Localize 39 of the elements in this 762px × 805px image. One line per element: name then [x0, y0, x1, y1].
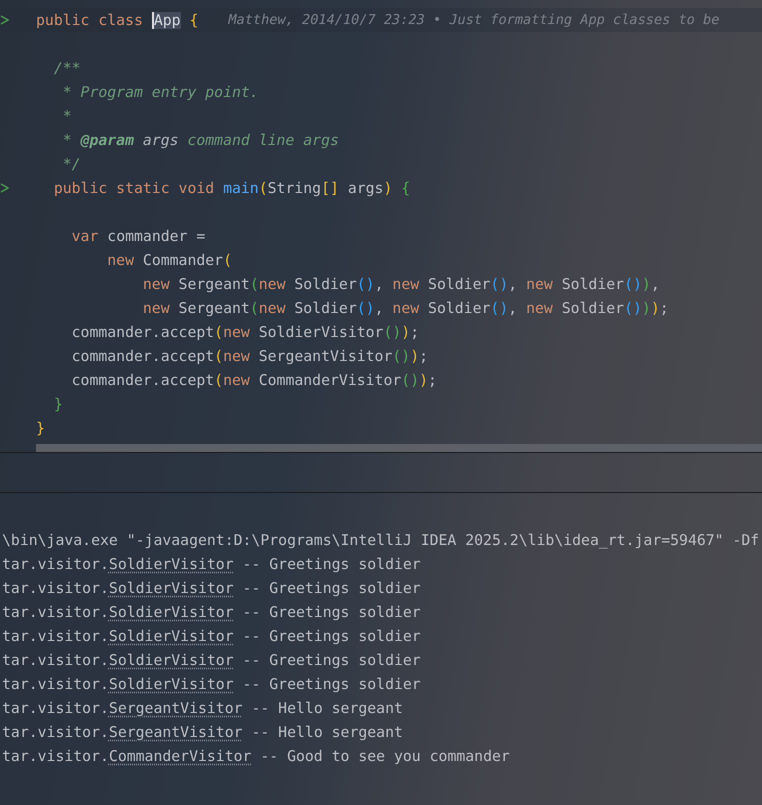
console-output-line: tar.visitor.SergeantVisitor -- Hello sergeant — [1, 723, 404, 743]
console-command-line: \bin\java.exe "-javaagent:D:\Programs\IntelliJ IDEA 2025.2\lib\idea_rt.jar=59467" -Df — [1, 531, 760, 551]
code-line: new Commander( — [106, 252, 232, 268]
code-line: new Sergeant(new Soldier(), new Soldier(), new Soldier()), — [142, 276, 660, 292]
class-link[interactable]: CommanderVisitor — [108, 748, 252, 765]
class-link[interactable]: SoldierVisitor — [108, 628, 234, 645]
code-line: public class App { — [36, 12, 198, 28]
class-link[interactable]: SoldierVisitor — [108, 652, 234, 669]
console-output-line: tar.visitor.SoldierVisitor -- Greetings soldier — [1, 603, 422, 623]
code-line: var commander = — [70, 228, 206, 244]
run-icon[interactable] — [0, 15, 9, 25]
code-line: public static void main(String[] args) { — [52, 180, 410, 196]
class-link[interactable]: SoldierVisitor — [108, 604, 234, 621]
console-output-line: tar.visitor.SoldierVisitor -- Greetings soldier — [1, 579, 422, 599]
console-output-line: tar.visitor.SoldierVisitor -- Greetings soldier — [1, 651, 422, 671]
class-link[interactable]: SoldierVisitor — [108, 556, 234, 573]
run-icon[interactable] — [0, 183, 9, 193]
class-link[interactable]: SergeantVisitor — [108, 724, 243, 741]
code-line: * @param args command line args — [62, 132, 339, 148]
horizontal-scrollbar[interactable] — [36, 444, 762, 452]
code-line: commander.accept(new SergeantVisitor()); — [70, 348, 428, 364]
code-line: commander.accept(new SoldierVisitor()); — [70, 324, 420, 340]
code-line: } — [36, 420, 45, 436]
code-line: */ — [62, 156, 81, 172]
inline-blame-hint: Matthew, 2014/10/7 23:23 • Just formatting App classes to be — [228, 12, 720, 28]
code-line: new Sergeant(new Soldier(), new Soldier(), new Soldier())); — [142, 300, 669, 316]
code-line: * Program entry point. — [62, 84, 259, 100]
console-output-line: tar.visitor.CommanderVisitor -- Good to see you commander — [1, 747, 511, 767]
console-output-line: tar.visitor.SoldierVisitor -- Greetings soldier — [1, 627, 422, 647]
code-line: /** — [52, 60, 81, 76]
code-line: * — [62, 108, 72, 124]
class-link[interactable]: SoldierVisitor — [108, 676, 234, 693]
console-output-line: tar.visitor.SergeantVisitor -- Hello sergeant — [1, 699, 404, 719]
class-link[interactable]: SergeantVisitor — [108, 700, 243, 717]
console-output-line: tar.visitor.SoldierVisitor -- Greetings soldier — [1, 675, 422, 695]
code-line: commander.accept(new CommanderVisitor()); — [70, 372, 437, 388]
console-output-line: tar.visitor.SoldierVisitor -- Greetings soldier — [1, 555, 422, 575]
class-link[interactable]: SoldierVisitor — [108, 580, 234, 597]
code-line: } — [52, 396, 63, 412]
